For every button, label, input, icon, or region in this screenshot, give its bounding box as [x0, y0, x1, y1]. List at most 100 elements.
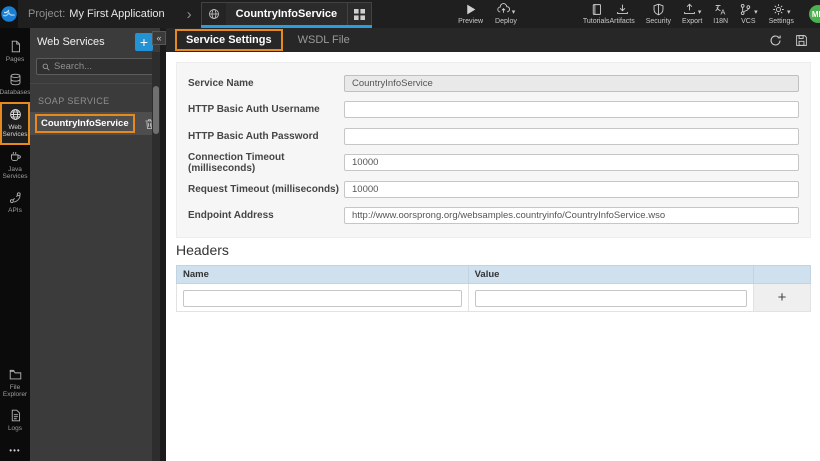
vcs-label: VCS [741, 18, 756, 25]
request-timeout-input[interactable] [344, 180, 799, 198]
form-row-username: HTTP Basic Auth Username [188, 97, 799, 124]
app-logo[interactable] [0, 0, 18, 28]
sidebar-item-label: Java Services [2, 165, 28, 181]
collapse-panel-button[interactable]: « [152, 31, 166, 45]
section-label-soap-service: SOAP SERVICE [30, 83, 160, 112]
settings-label: Settings [768, 18, 794, 25]
search-input[interactable] [54, 61, 148, 72]
wavemaker-logo-icon [1, 6, 17, 22]
sidebar-item-java-services[interactable]: Java Services [0, 145, 30, 186]
breadcrumb-chevron-icon: › [186, 5, 192, 23]
header-name-input[interactable] [183, 290, 462, 307]
security-button[interactable]: Security [646, 0, 671, 28]
refresh-button[interactable] [769, 34, 782, 47]
sidebar-item-pages[interactable]: Pages [0, 35, 30, 68]
headers-table-header-row: Name Value [176, 265, 812, 284]
service-tab-label: CountryInfoService [235, 8, 338, 20]
project-label: Project: [28, 8, 66, 20]
endpoint-address-input[interactable] [344, 207, 799, 225]
column-header-add [752, 265, 812, 284]
http-basic-auth-password-input[interactable] [344, 127, 799, 145]
deploy-button[interactable]: ▾ Deploy [495, 0, 517, 28]
column-header-value: Value [467, 265, 754, 284]
header-right-toolbar: Artifacts Security ▾ Export A I18N ▾ VCS… [609, 0, 820, 28]
sidebar-item-apis[interactable]: APIs [0, 186, 30, 219]
sidebar-item-web-services[interactable]: Web Services [0, 101, 30, 145]
artifacts-label: Artifacts [609, 18, 635, 25]
play-icon [467, 4, 476, 15]
http-basic-auth-username-input[interactable] [344, 101, 799, 119]
app-header: Project: My First Application › CountryIn… [0, 0, 820, 28]
connection-timeout-input[interactable] [344, 154, 799, 172]
download-icon [616, 4, 628, 15]
grid-icon[interactable] [347, 3, 372, 25]
preview-label: Preview [458, 18, 484, 25]
globe-icon [9, 109, 21, 120]
service-settings-form: Service Name HTTP Basic Auth Username HT… [176, 62, 811, 238]
coffee-icon [10, 151, 21, 161]
project-name: My First Application [69, 8, 165, 20]
service-tab-countryinfoservice[interactable]: CountryInfoService [200, 2, 373, 28]
databases-icon [10, 74, 20, 86]
tabbar-actions [769, 34, 820, 47]
i18n-label: I18N [713, 18, 729, 25]
user-avatar[interactable]: MP [808, 5, 820, 23]
form-row-request-timeout: Request Timeout (milliseconds) [188, 176, 799, 203]
headers-title: Headers [176, 242, 229, 258]
panel-title: Web Services [37, 35, 105, 48]
logs-icon [11, 409, 20, 421]
sidebar-item-label: Logs [7, 424, 23, 432]
artifacts-button[interactable]: Artifacts [609, 0, 635, 28]
search-icon [42, 63, 50, 71]
sidebar-item-label: Databases [0, 89, 31, 97]
service-name-label: CountryInfoService [35, 114, 135, 133]
password-label: HTTP Basic Auth Password [188, 130, 319, 142]
settings-button[interactable]: ▾ Settings [769, 0, 794, 28]
deploy-label: Deploy [495, 18, 517, 25]
form-row-service-name: Service Name [188, 70, 799, 97]
connection-timeout-label: Connection Timeout (milliseconds) [188, 151, 285, 174]
tutorials-label: Tutorials [582, 18, 610, 25]
preview-button[interactable]: Preview [458, 0, 483, 28]
sidebar-item-file-explorer[interactable]: File Explorer [0, 363, 30, 404]
settings-caret-icon: ▾ [786, 9, 791, 16]
book-icon [592, 4, 601, 15]
gear-icon [773, 4, 784, 15]
vcs-button[interactable]: ▾ VCS [739, 0, 758, 28]
form-row-endpoint-address: Endpoint Address [188, 203, 799, 230]
add-header-button[interactable]: + [752, 283, 812, 312]
editor-tabbar: Service Settings WSDL File [166, 28, 820, 52]
sidebar-more-button[interactable]: ••• [9, 437, 20, 461]
column-header-name: Name [176, 265, 469, 284]
headers-table: Name Value + [176, 265, 812, 312]
translate-icon: A [715, 4, 726, 16]
save-button[interactable] [795, 34, 808, 47]
upload-icon [684, 3, 695, 15]
export-label: Export [682, 18, 703, 25]
sidebar-item-label: APIs [8, 206, 22, 214]
i18n-button[interactable]: A I18N [713, 0, 728, 28]
sidebar-item-databases[interactable]: Databases [0, 68, 31, 101]
username-label: HTTP Basic Auth Username [188, 104, 320, 116]
search-box [36, 58, 154, 75]
sidebar-item-logs[interactable]: Logs [0, 404, 30, 437]
list-item-countryinfoservice[interactable]: CountryInfoService [30, 112, 160, 135]
sidebar-item-label: Web Services [2, 123, 28, 139]
apis-icon [9, 192, 21, 203]
panel-scrollbar[interactable] [153, 86, 159, 134]
sidebar-item-label: File Explorer [2, 383, 28, 399]
refresh-icon [770, 34, 781, 45]
cloud-upload-icon [497, 3, 510, 13]
export-button[interactable]: ▾ Export [682, 0, 702, 28]
tutorials-button[interactable]: Tutorials [582, 0, 610, 28]
web-services-panel: Web Services + SOAP SERVICE CountryInfoS… [30, 28, 160, 461]
security-label: Security [645, 18, 672, 25]
header-value-input[interactable] [474, 290, 747, 307]
tab-wsdl-file[interactable]: WSDL File [289, 31, 359, 49]
globe-icon [201, 3, 226, 25]
add-web-service-button[interactable]: + [135, 32, 153, 51]
deploy-caret-icon: ▾ [511, 9, 516, 16]
vcs-caret-icon: ▾ [754, 9, 758, 16]
tab-service-settings[interactable]: Service Settings [175, 29, 283, 51]
headers-table-row: + [176, 283, 812, 312]
